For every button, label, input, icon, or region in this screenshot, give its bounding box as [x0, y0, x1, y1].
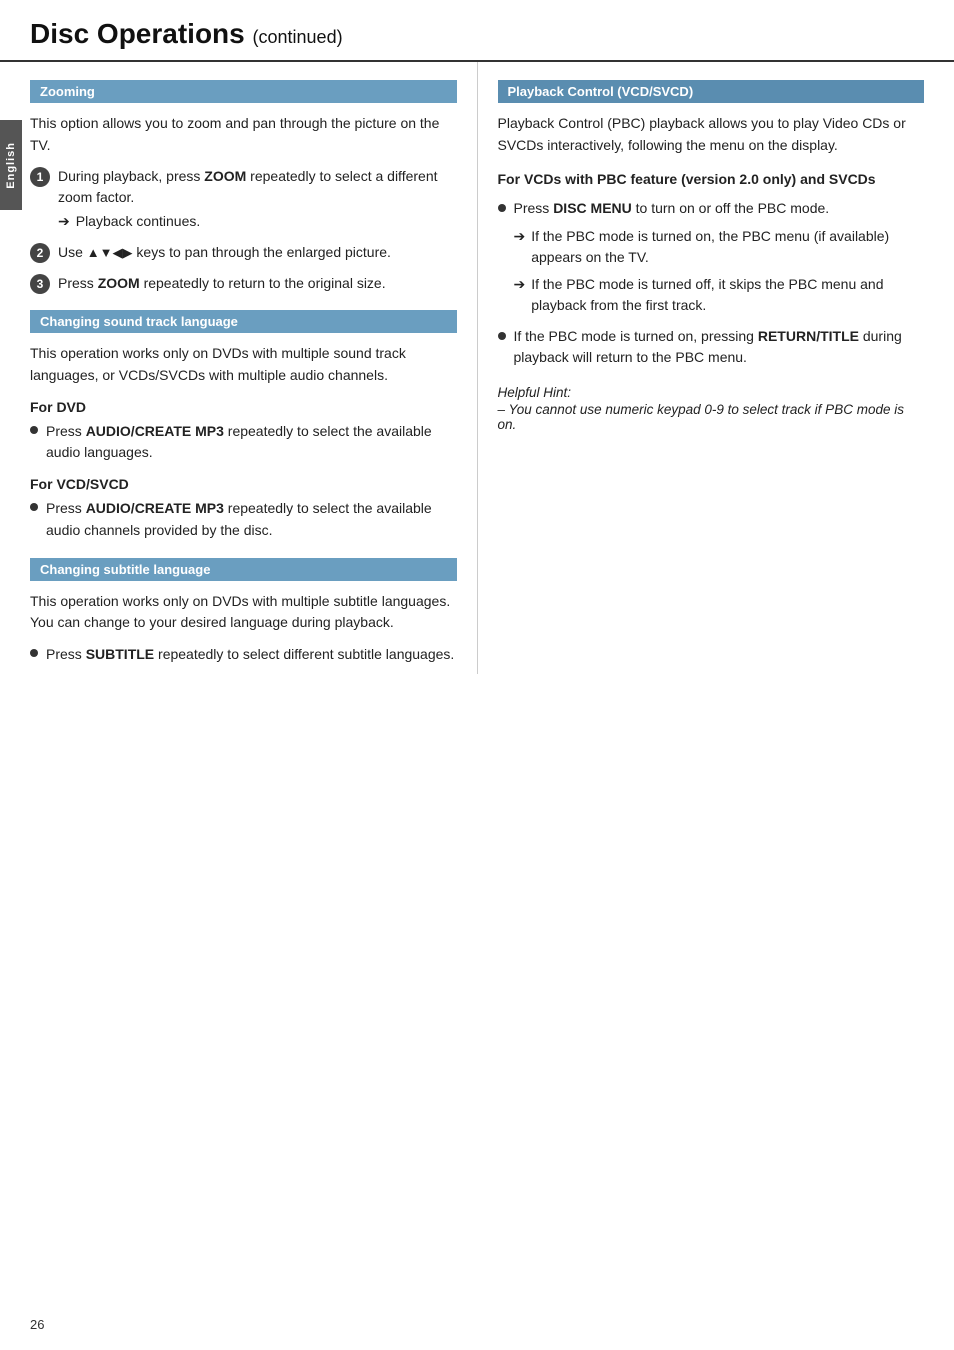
- vcd-audio-before: Press: [46, 500, 86, 516]
- page-number: 26: [30, 1317, 44, 1332]
- disc-menu-bullet: Press DISC MENU to turn on or off the PB…: [498, 198, 925, 316]
- step-2-text-after: keys to pan through the enlarged picture…: [133, 244, 391, 260]
- sound-header: Changing sound track language: [30, 310, 457, 333]
- hint-text: – You cannot use numeric keypad 0-9 to s…: [498, 402, 904, 432]
- bullet-dot-1: [30, 426, 38, 434]
- bullet-dot-r1: [498, 204, 506, 212]
- return-title-content: If the PBC mode is turned on, pressing R…: [514, 326, 925, 369]
- subtitle-bold: SUBTITLE: [86, 646, 154, 662]
- step-3-content: Press ZOOM repeatedly to return to the o…: [58, 273, 457, 294]
- subtitle-section: Changing subtitle language This operatio…: [30, 558, 457, 666]
- continued-label: (continued): [253, 27, 343, 47]
- dvd-audio-before: Press: [46, 423, 86, 439]
- arrow-symbol-1: [58, 211, 74, 232]
- subtitle-after: repeatedly to select different subtitle …: [154, 646, 454, 662]
- playback-section: Playback Control (VCD/SVCD) Playback Con…: [498, 80, 925, 432]
- pbc-arrow-2-text: If the PBC mode is turned off, it skips …: [531, 274, 924, 316]
- pbc-arrow-1-text: If the PBC mode is turned on, the PBC me…: [531, 226, 924, 268]
- arrow-r1: [514, 226, 530, 247]
- subtitle-content: Press SUBTITLE repeatedly to select diff…: [46, 644, 457, 666]
- step-number-2: 2: [30, 243, 50, 263]
- return-before: If the PBC mode is turned on, pressing: [514, 328, 758, 344]
- nav-arrows: ▲▼◀▶: [87, 245, 133, 260]
- content-area: Zooming This option allows you to zoom a…: [0, 62, 954, 674]
- zoom-step-1: 1 During playback, press ZOOM repeatedly…: [30, 166, 457, 232]
- language-label: English: [5, 142, 17, 189]
- step-1-arrow-text: Playback continues.: [76, 211, 201, 232]
- disc-menu-after: to turn on or off the PBC mode.: [632, 200, 829, 216]
- disc-menu-bold: DISC MENU: [553, 200, 632, 216]
- for-vcd-label: For VCD/SVCD: [30, 476, 457, 492]
- step-1-text-before: During playback, press: [58, 168, 204, 184]
- vcd-audio-bold: AUDIO/CREATE MP3: [86, 500, 224, 516]
- hint-title: Helpful Hint:: [498, 385, 925, 400]
- vcds-header: For VCDs with PBC feature (version 2.0 o…: [498, 170, 925, 190]
- zoom-step-2: 2 Use ▲▼◀▶ keys to pan through the enlar…: [30, 242, 457, 263]
- right-column: Playback Control (VCD/SVCD) Playback Con…: [477, 62, 925, 674]
- dvd-audio-bold: AUDIO/CREATE MP3: [86, 423, 224, 439]
- subtitle-header: Changing subtitle language: [30, 558, 457, 581]
- dvd-audio-bullet: Press AUDIO/CREATE MP3 repeatedly to sel…: [30, 421, 457, 464]
- vcd-audio-bullet: Press AUDIO/CREATE MP3 repeatedly to sel…: [30, 498, 457, 541]
- step-3-text-after: repeatedly to return to the original siz…: [140, 275, 386, 291]
- helpful-hint: Helpful Hint: – You cannot use numeric k…: [498, 385, 925, 432]
- step-number-1: 1: [30, 167, 50, 187]
- page-title: Disc Operations (continued): [30, 18, 343, 49]
- vcd-audio-content: Press AUDIO/CREATE MP3 repeatedly to sel…: [46, 498, 457, 541]
- sound-intro: This operation works only on DVDs with m…: [30, 343, 457, 386]
- page-container: English Disc Operations (continued) Zoom…: [0, 0, 954, 1350]
- zooming-section: Zooming This option allows you to zoom a…: [30, 80, 457, 294]
- language-tab: English: [0, 120, 22, 210]
- bullet-dot-2: [30, 503, 38, 511]
- zooming-intro: This option allows you to zoom and pan t…: [30, 113, 457, 156]
- zoom-step-3: 3 Press ZOOM repeatedly to return to the…: [30, 273, 457, 294]
- step-3-text-before: Press: [58, 275, 98, 291]
- page-header: Disc Operations (continued): [0, 0, 954, 62]
- bullet-dot-3: [30, 649, 38, 657]
- dvd-audio-content: Press AUDIO/CREATE MP3 repeatedly to sel…: [46, 421, 457, 464]
- step-1-arrow: Playback continues.: [58, 211, 457, 232]
- left-column: Zooming This option allows you to zoom a…: [30, 62, 477, 674]
- step-1-content: During playback, press ZOOM repeatedly t…: [58, 166, 457, 232]
- arrow-r2: [514, 274, 530, 295]
- subtitle-bullet: Press SUBTITLE repeatedly to select diff…: [30, 644, 457, 666]
- playback-header: Playback Control (VCD/SVCD): [498, 80, 925, 103]
- return-title-bullet: If the PBC mode is turned on, pressing R…: [498, 326, 925, 369]
- disc-menu-content: Press DISC MENU to turn on or off the PB…: [514, 198, 925, 316]
- playback-intro: Playback Control (PBC) playback allows y…: [498, 113, 925, 156]
- bullet-dot-r2: [498, 332, 506, 340]
- step-2-text-before: Use: [58, 244, 87, 260]
- zooming-header: Zooming: [30, 80, 457, 103]
- step-number-3: 3: [30, 274, 50, 294]
- step-3-bold: ZOOM: [98, 275, 140, 291]
- return-bold: RETURN/TITLE: [758, 328, 859, 344]
- sound-section: Changing sound track language This opera…: [30, 310, 457, 541]
- for-dvd-label: For DVD: [30, 399, 457, 415]
- subtitle-intro: This operation works only on DVDs with m…: [30, 591, 457, 634]
- pbc-arrow-1: If the PBC mode is turned on, the PBC me…: [514, 226, 925, 268]
- step-1-bold: ZOOM: [204, 168, 246, 184]
- step-2-content: Use ▲▼◀▶ keys to pan through the enlarge…: [58, 242, 457, 263]
- pbc-arrow-2: If the PBC mode is turned off, it skips …: [514, 274, 925, 316]
- subtitle-before: Press: [46, 646, 86, 662]
- disc-menu-before: Press: [514, 200, 554, 216]
